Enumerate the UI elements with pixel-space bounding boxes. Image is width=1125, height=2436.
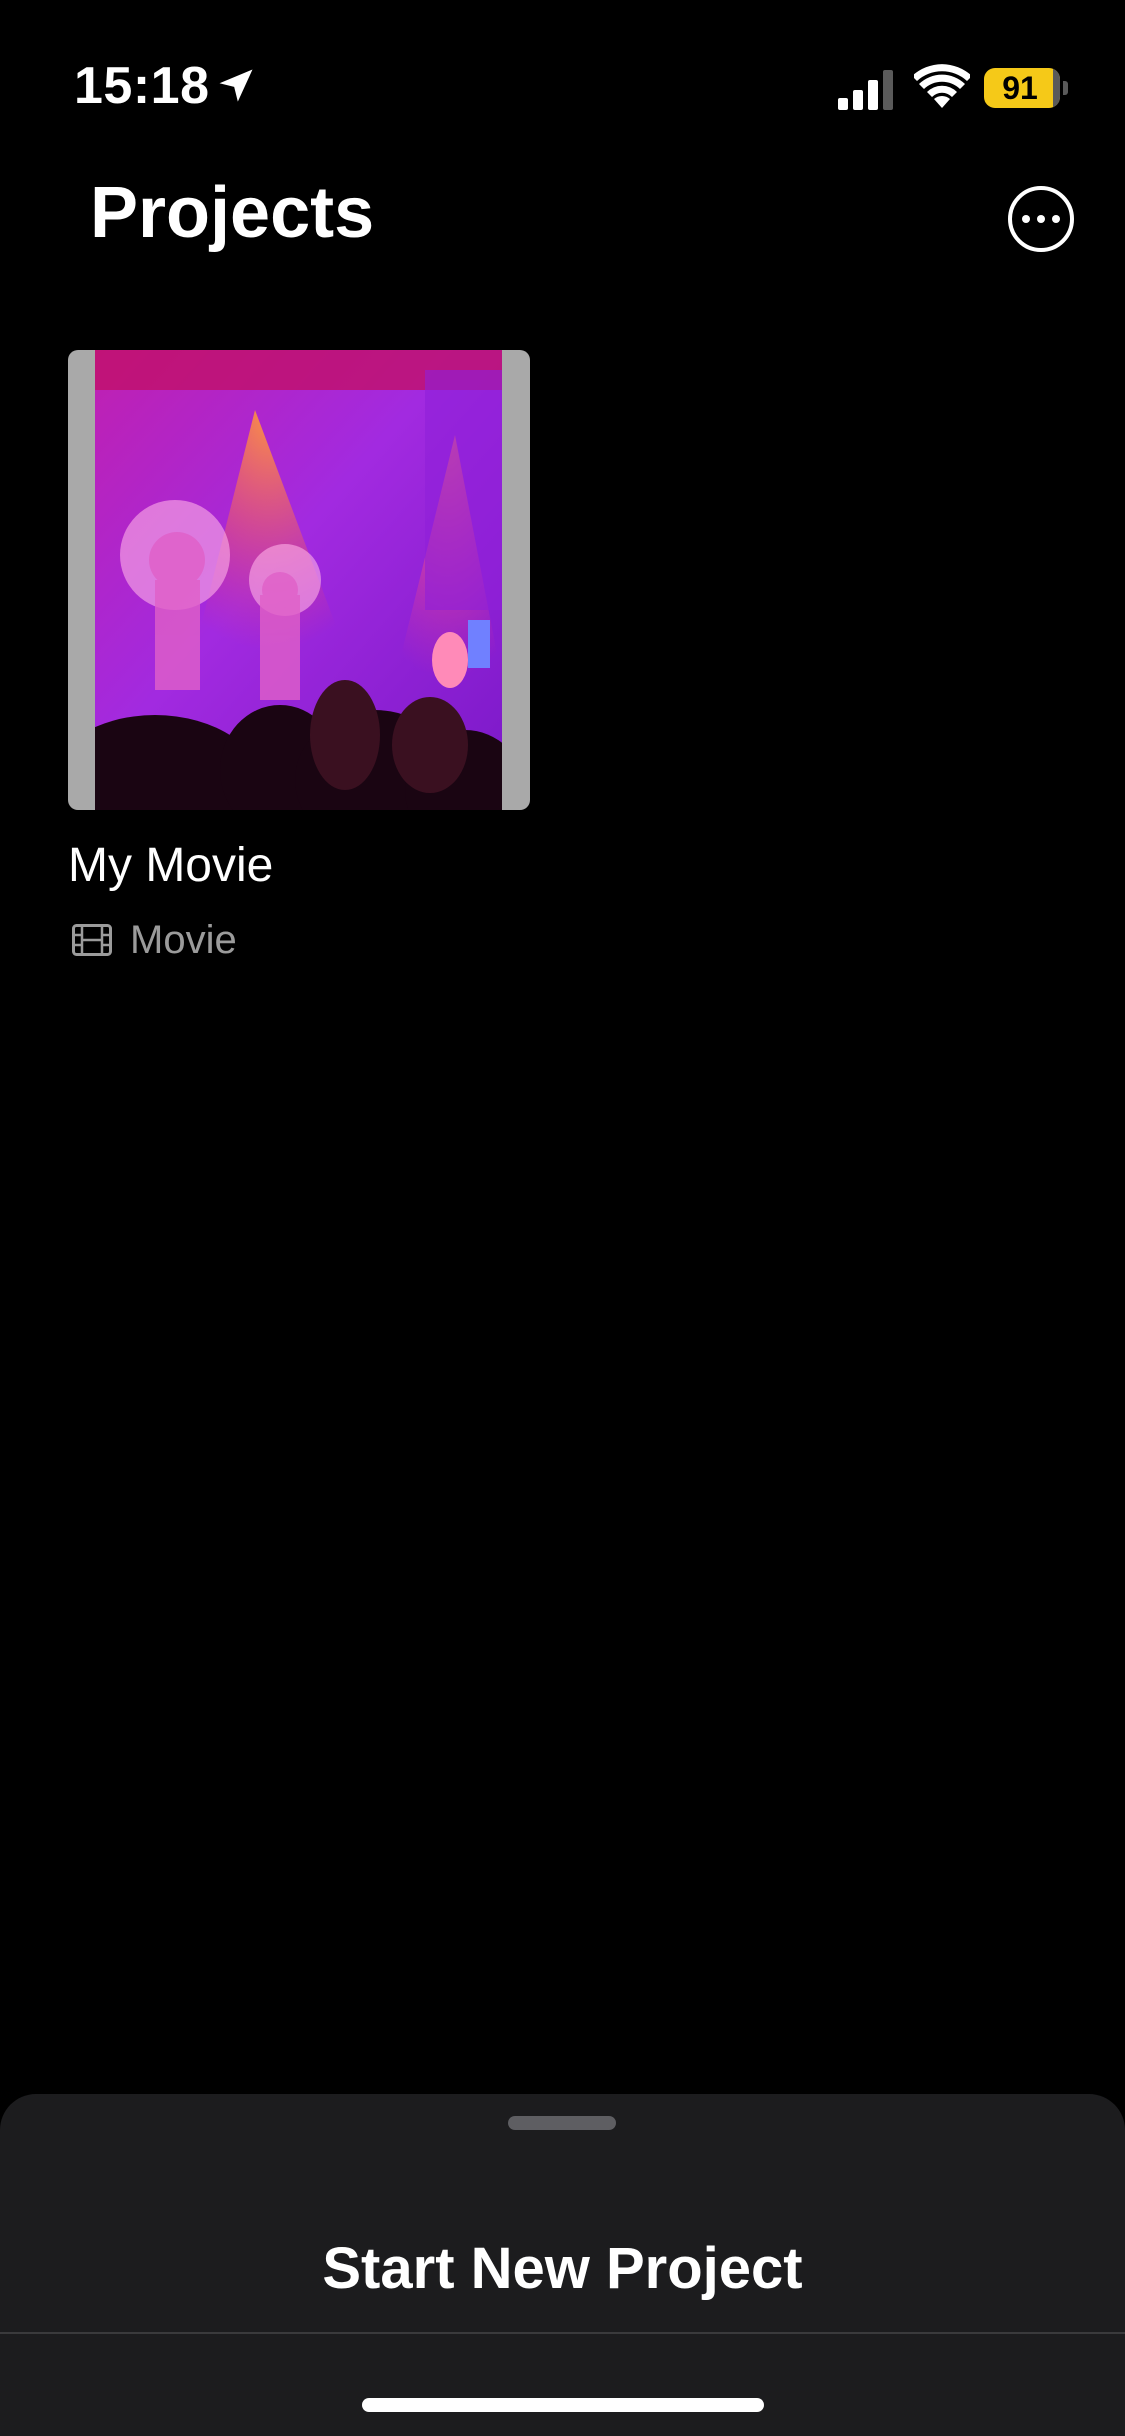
cellular-signal-icon <box>838 70 893 110</box>
wifi-icon <box>914 64 970 108</box>
status-time: 15:18 <box>74 57 210 115</box>
more-options-button[interactable] <box>1008 186 1074 252</box>
start-new-project-button[interactable]: Start New Project <box>0 2214 1125 2324</box>
project-thumbnail[interactable] <box>68 350 530 810</box>
film-icon <box>72 924 112 956</box>
sheet-divider <box>0 2332 1125 2334</box>
battery-icon: 91 <box>984 68 1068 108</box>
start-project-sheet: Start New Project <box>0 2094 1125 2436</box>
concert-thumbnail-image <box>95 350 502 810</box>
location-arrow-icon <box>219 69 253 102</box>
project-card[interactable]: My Movie Movie <box>68 350 530 964</box>
project-type-label: Movie <box>130 917 237 962</box>
project-type-row: Movie <box>68 916 530 964</box>
sheet-grabber[interactable] <box>508 2116 616 2130</box>
battery-level: 91 <box>1002 70 1038 106</box>
status-bar: 15:18 91 <box>0 0 1125 150</box>
project-name: My Movie <box>68 839 274 892</box>
ellipsis-circle-icon <box>1022 215 1030 223</box>
page-title: Projects <box>90 173 375 253</box>
home-indicator <box>362 2398 764 2412</box>
